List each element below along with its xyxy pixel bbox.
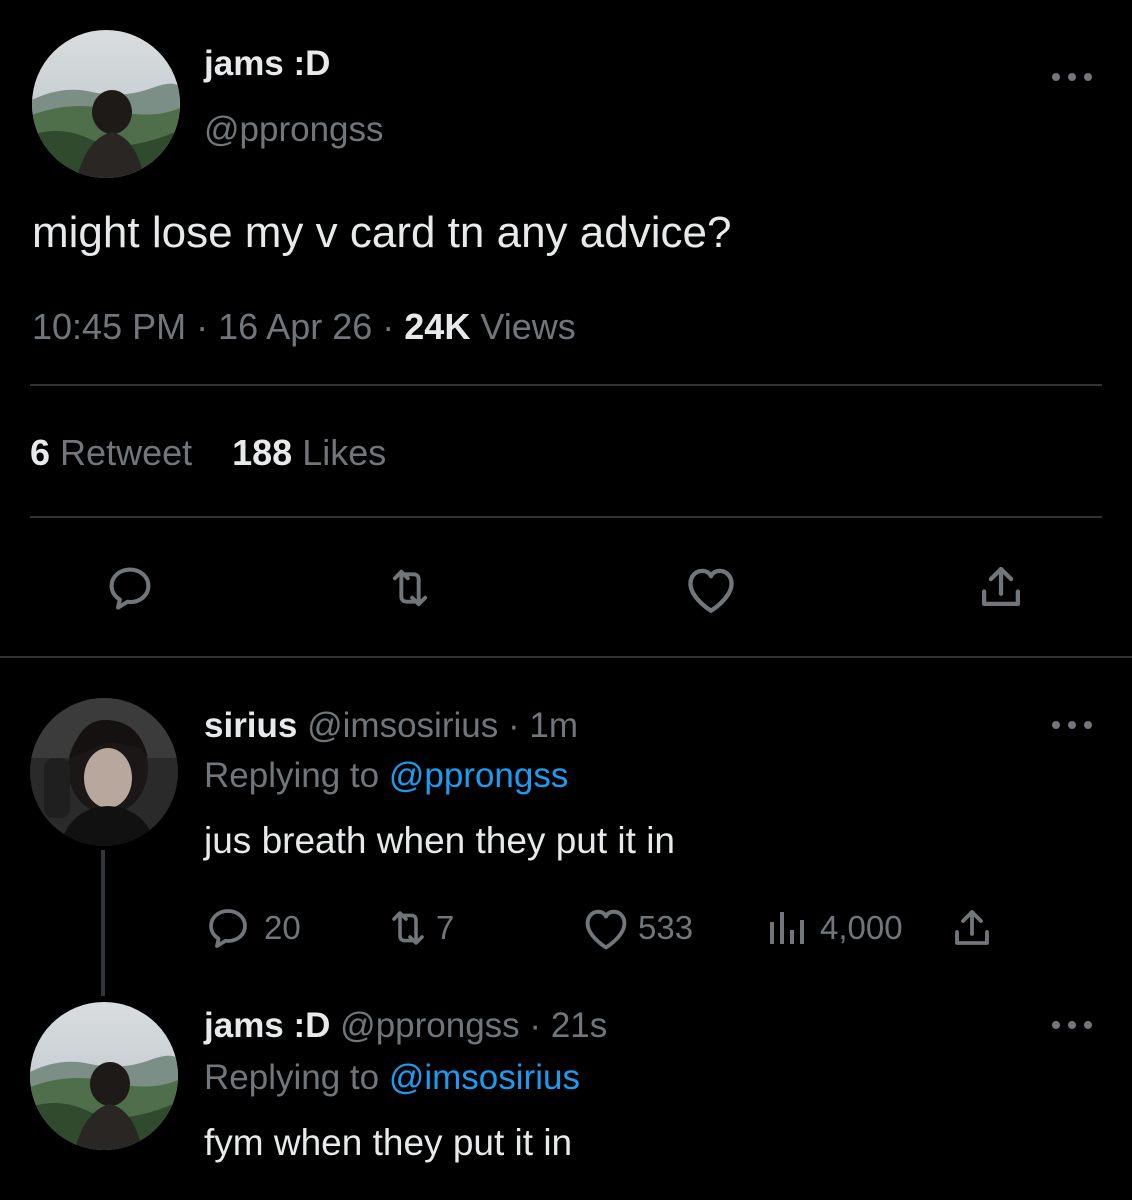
retweet-label: Retweet	[60, 432, 193, 473]
engagement-stats: 6 Retweet 188 Likes	[30, 432, 386, 474]
avatar-landscape-image	[32, 30, 180, 178]
retweet-count: 7	[436, 909, 455, 946]
views-icon	[770, 912, 804, 944]
meta-separator: ·	[196, 306, 209, 347]
reply-1-display-name[interactable]: sirius	[204, 706, 297, 745]
reply-1-time[interactable]: 1m	[529, 706, 578, 745]
tweet-time[interactable]: 10:45 PM	[32, 306, 186, 347]
more-icon	[1052, 1021, 1060, 1029]
section-divider	[0, 656, 1132, 658]
reply-icon	[209, 909, 247, 948]
reply-2-text: fym when they put it in	[204, 1122, 573, 1163]
retweet-count: 6	[30, 432, 51, 473]
reply-count: 20	[264, 909, 301, 946]
tweet-date[interactable]: 16 Apr 26	[218, 306, 372, 347]
replying-to-link[interactable]: @pprongss	[389, 756, 569, 795]
more-button-reply-2[interactable]	[1052, 1018, 1092, 1032]
avatar-reply-1[interactable]	[30, 698, 178, 846]
reply-2-header: jams :D @pprongss · 21s	[204, 1006, 607, 1046]
retweet-icon	[392, 911, 424, 945]
meta-separator: ·	[382, 306, 395, 347]
retweet-button[interactable]	[384, 562, 436, 614]
retweet-stat[interactable]: 6 Retweet	[30, 432, 202, 473]
reply-1-reply-action[interactable]: 20	[204, 904, 301, 952]
more-button-main[interactable]	[1052, 70, 1092, 84]
tweet-meta-row: 10:45 PM · 16 Apr 26 · 24K Views	[32, 306, 576, 348]
replying-label: Replying to	[204, 1058, 380, 1097]
thread-line	[101, 850, 105, 996]
share-icon	[981, 566, 1021, 607]
reply-2-display-name[interactable]: jams :D	[204, 1006, 330, 1045]
avatar-portrait-image	[30, 698, 178, 846]
reply-1-retweet-action[interactable]: 7	[384, 904, 454, 952]
main-tweet-text: might lose my v card tn any advice?	[32, 208, 732, 257]
reply-2-replying-to: Replying to @imsosirius	[204, 1058, 580, 1098]
reply-button[interactable]	[104, 562, 156, 614]
likes-label: Likes	[302, 432, 387, 473]
like-count: 533	[638, 909, 694, 946]
like-icon	[585, 909, 627, 950]
like-icon	[688, 568, 734, 613]
reply-1-replying-to: Replying to @pprongss	[204, 756, 568, 796]
reply-1-views-action[interactable]: 4,000	[764, 904, 903, 952]
views-label: Views	[480, 306, 576, 347]
likes-count: 188	[232, 432, 293, 473]
reply-1-header: sirius @imsosirius · 1m	[204, 706, 578, 746]
more-icon	[1052, 73, 1060, 81]
reply-1-share-action[interactable]	[948, 904, 996, 957]
meta-separator: ·	[529, 1006, 542, 1045]
divider	[30, 516, 1102, 518]
more-icon	[1052, 721, 1060, 729]
avatar-reply-2[interactable]	[30, 1002, 178, 1150]
share-button[interactable]	[974, 560, 1028, 614]
reply-2-time[interactable]: 21s	[551, 1006, 607, 1045]
main-display-name[interactable]: jams :D	[204, 44, 330, 84]
more-button-reply-1[interactable]	[1052, 718, 1092, 732]
reply-1-text: jus breath when they put it in	[204, 820, 676, 861]
meta-separator: ·	[507, 706, 520, 745]
retweet-icon	[392, 569, 428, 607]
views-count: 24K	[404, 306, 471, 347]
divider	[30, 384, 1102, 386]
share-icon	[955, 910, 989, 945]
avatar-landscape-image	[30, 1002, 178, 1150]
main-handle[interactable]: @pprongss	[204, 110, 384, 150]
like-button[interactable]	[682, 562, 740, 616]
replying-to-link[interactable]: @imsosirius	[389, 1058, 580, 1097]
avatar-main[interactable]	[32, 30, 180, 178]
reply-icon	[109, 567, 151, 610]
view-count: 4,000	[820, 909, 903, 946]
reply-1-like-action[interactable]: 533	[580, 904, 693, 952]
reply-2-handle[interactable]: @pprongss	[340, 1006, 520, 1045]
reply-1-handle[interactable]: @imsosirius	[307, 706, 498, 745]
replying-label: Replying to	[204, 756, 380, 795]
likes-stat[interactable]: 188 Likes	[232, 432, 386, 473]
